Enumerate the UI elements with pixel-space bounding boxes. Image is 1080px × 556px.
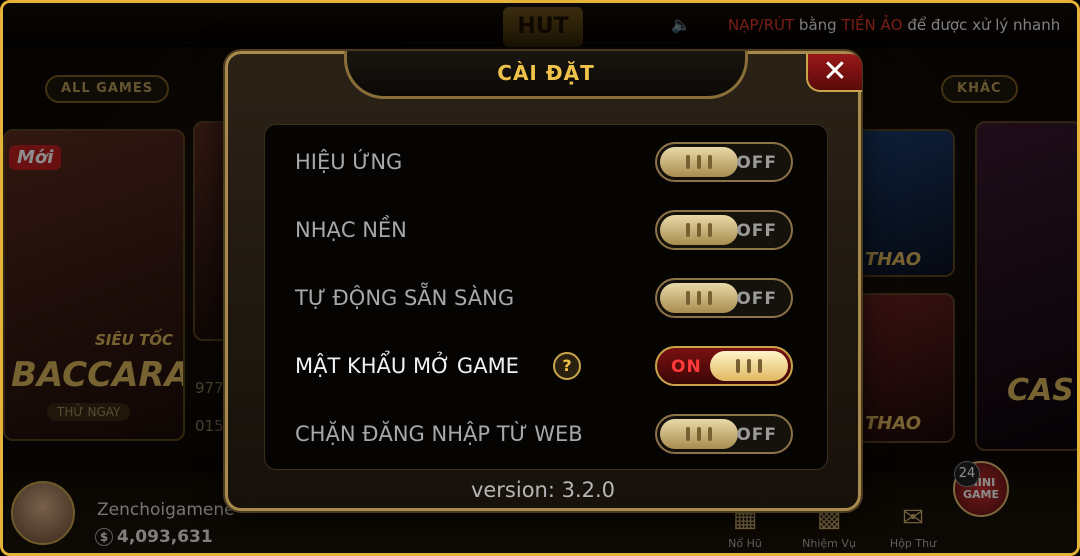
- game-password-toggle[interactable]: ON: [655, 346, 793, 386]
- settings-dialog: CÀI ĐẶT ✕ HIỆU ỨNG OFF NHẠC NỀN OFF TỰ Đ…: [225, 51, 862, 511]
- settings-panel: HIỆU ỨNG OFF NHẠC NỀN OFF TỰ ĐỘNG SẴN SÀ…: [264, 124, 828, 470]
- setting-row-block-web-login: CHẶN ĐĂNG NHẬP TỪ WEB OFF: [295, 414, 805, 454]
- toggle-state: OFF: [736, 289, 777, 309]
- toggle-state: ON: [671, 357, 702, 377]
- toggle-state: OFF: [736, 153, 777, 173]
- toggle-knob: [660, 283, 738, 313]
- close-button[interactable]: ✕: [806, 54, 862, 92]
- title-tab: CÀI ĐẶT: [344, 51, 748, 99]
- toggle-knob: [710, 351, 788, 381]
- dialog-title: CÀI ĐẶT: [497, 61, 595, 85]
- toggle-state: OFF: [736, 221, 777, 241]
- version-label: version: 3.2.0: [470, 478, 616, 502]
- setting-label: MẬT KHẨU MỞ GAME: [295, 354, 519, 378]
- setting-label: NHẠC NỀN: [295, 218, 407, 242]
- toggle-knob: [660, 147, 738, 177]
- toggle-knob: [660, 215, 738, 245]
- music-toggle[interactable]: OFF: [655, 210, 793, 250]
- setting-row-auto-ready: TỰ ĐỘNG SẴN SÀNG OFF: [295, 278, 805, 318]
- help-icon[interactable]: ?: [553, 352, 581, 380]
- effects-toggle[interactable]: OFF: [655, 142, 793, 182]
- toggle-state: OFF: [736, 425, 777, 445]
- setting-row-music: NHẠC NỀN OFF: [295, 210, 805, 250]
- toggle-knob: [660, 419, 738, 449]
- setting-row-effects: HIỆU ỨNG OFF: [295, 142, 805, 182]
- setting-label: TỰ ĐỘNG SẴN SÀNG: [295, 286, 515, 310]
- block-web-login-toggle[interactable]: OFF: [655, 414, 793, 454]
- setting-label: HIỆU ỨNG: [295, 150, 403, 174]
- setting-label: CHẶN ĐĂNG NHẬP TỪ WEB: [295, 422, 583, 446]
- game-screen: HUT 🔈 NẠP/RÚT bằng TIỀN ẢO để được xử lý…: [0, 0, 1080, 556]
- auto-ready-toggle[interactable]: OFF: [655, 278, 793, 318]
- setting-row-game-password: MẬT KHẨU MỞ GAME ? ON: [295, 346, 805, 386]
